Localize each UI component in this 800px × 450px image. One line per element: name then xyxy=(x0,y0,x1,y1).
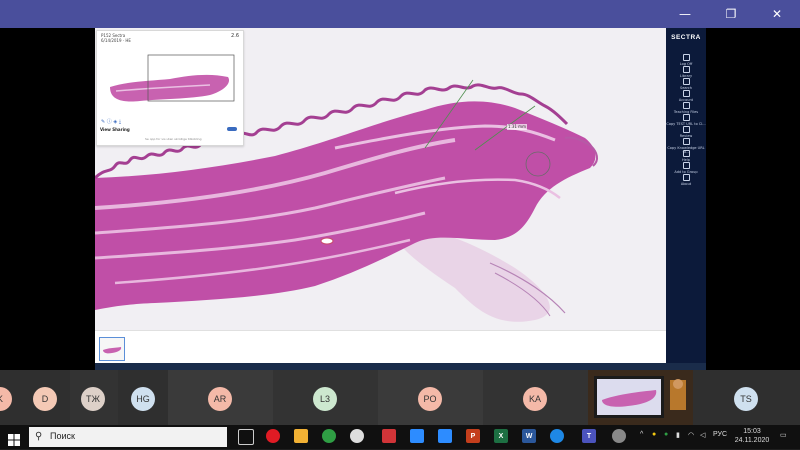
panel-tools: ✎ ⓘ ◈ ⤓ xyxy=(101,118,121,125)
participant-video-tile[interactable] xyxy=(588,370,693,425)
tray-app-icon[interactable]: ● xyxy=(664,431,668,438)
view-sharing-toggle[interactable] xyxy=(227,127,237,131)
view-sharing-info: Se opp for vis uten skrollige tilkobling xyxy=(145,137,202,141)
sidebar-item-review[interactable]: Review xyxy=(666,126,706,138)
sidebar-item-log-off[interactable]: Log Off xyxy=(666,54,706,66)
sectra-logo: SECTRA xyxy=(671,34,701,41)
chevron-up-icon[interactable]: ^ xyxy=(640,431,643,438)
folder-icon xyxy=(682,102,690,109)
participant-avatar: HG xyxy=(131,387,155,411)
slide-subtitle: 6/14/2019 · HE xyxy=(101,38,131,43)
slide-filmstrip xyxy=(95,330,666,365)
measurement-label: 1.31 mm xyxy=(508,124,526,129)
sidebar-item-library[interactable]: Library xyxy=(666,66,706,78)
task-view-icon[interactable] xyxy=(238,429,254,445)
copy-icon xyxy=(682,114,690,121)
slide-thumbnail-image xyxy=(103,347,122,354)
link-icon xyxy=(682,138,690,145)
zoom-level: 2.6 xyxy=(231,33,239,39)
layers-icon[interactable]: ◈ xyxy=(113,119,117,125)
close-button[interactable]: ✕ xyxy=(754,0,800,28)
tray-app-icon[interactable]: ● xyxy=(652,431,656,438)
participant-avatar: ТЖ xyxy=(81,387,105,411)
participant-avatar: L3 xyxy=(313,387,337,411)
search-placeholder: Поиск xyxy=(50,431,75,441)
excel-icon[interactable]: X xyxy=(494,429,508,443)
edge-icon[interactable] xyxy=(550,429,564,443)
maximize-button[interactable]: ❐ xyxy=(708,0,754,28)
minimize-button[interactable]: — xyxy=(662,0,708,28)
sidebar-item-teaching-files[interactable]: Teaching Files xyxy=(666,102,706,114)
slide-thumbnail[interactable] xyxy=(99,337,125,361)
clock-date: 24.11.2020 xyxy=(734,437,770,444)
windows-logo-icon xyxy=(8,434,20,446)
info-icon[interactable]: ⓘ xyxy=(107,119,112,125)
powerpoint-icon[interactable]: P xyxy=(466,429,480,443)
system-clock[interactable]: 15:03 24.11.2020 xyxy=(732,427,772,445)
maximize-icon: ❐ xyxy=(725,7,737,21)
sidebar-item-copy-test-url[interactable]: Copy TEST URL to Cl... xyxy=(666,114,706,126)
sidebar-item-search[interactable]: Search xyxy=(666,78,706,90)
language-indicator[interactable]: РУС xyxy=(713,431,727,438)
notifications-icon[interactable]: ▭ xyxy=(780,431,787,439)
overview-map[interactable] xyxy=(100,51,240,111)
app-icon[interactable] xyxy=(350,429,364,443)
word-icon[interactable]: W xyxy=(522,429,536,443)
download-icon[interactable]: ⤓ xyxy=(119,119,121,125)
file-explorer-icon[interactable] xyxy=(294,429,308,443)
zoom-icon[interactable] xyxy=(410,429,424,443)
participant-avatar: PO xyxy=(418,387,442,411)
windows-start-button[interactable] xyxy=(8,431,20,450)
participant-avatar: KA xyxy=(523,387,547,411)
teams-icon[interactable]: T xyxy=(582,429,596,443)
app-icon[interactable] xyxy=(322,429,336,443)
close-icon: ✕ xyxy=(771,7,783,21)
sidebar-item-account[interactable]: Account xyxy=(666,90,706,102)
user-icon xyxy=(682,90,690,97)
search-icon: ⚲ xyxy=(35,431,43,442)
participant-video xyxy=(588,370,693,425)
sectra-sidebar: SECTRA Log Off Library Search Account Te… xyxy=(666,28,706,370)
search-icon xyxy=(682,78,690,85)
zoom-meeting-icon[interactable] xyxy=(438,429,452,443)
minimize-icon: — xyxy=(679,7,691,21)
library-icon xyxy=(682,66,690,73)
info-icon xyxy=(682,174,690,181)
participant-avatar: D xyxy=(33,387,57,411)
help-icon xyxy=(682,150,690,157)
wifi-icon[interactable]: ◠ xyxy=(688,431,694,439)
opera-icon[interactable] xyxy=(266,429,280,443)
app-icon[interactable] xyxy=(612,429,626,443)
app-icon[interactable] xyxy=(382,429,396,443)
shared-screen-taskbar xyxy=(95,363,706,370)
pencil-icon[interactable]: ✎ xyxy=(101,119,105,125)
thumbnail-panel[interactable]: P152 Sectra 6/14/2019 · HE 2.6 ✎ ⓘ ◈ ⤓ V… xyxy=(96,30,244,146)
logoff-icon xyxy=(682,54,690,61)
review-icon xyxy=(682,126,690,133)
clock-time: 15:03 xyxy=(743,428,761,435)
sidebar-item-help[interactable]: Help xyxy=(666,150,706,162)
add-group-icon xyxy=(682,162,690,169)
participant-avatar: TS xyxy=(734,387,758,411)
sidebar-item-about[interactable]: About xyxy=(666,174,706,186)
battery-icon[interactable]: ▮ xyxy=(676,431,680,439)
sidebar-item-add-to-group[interactable]: Add to Group xyxy=(666,162,706,174)
volume-icon[interactable]: ◁ xyxy=(700,431,705,439)
view-sharing-label: View Sharing xyxy=(100,127,130,132)
participant-avatar: AR xyxy=(208,387,232,411)
